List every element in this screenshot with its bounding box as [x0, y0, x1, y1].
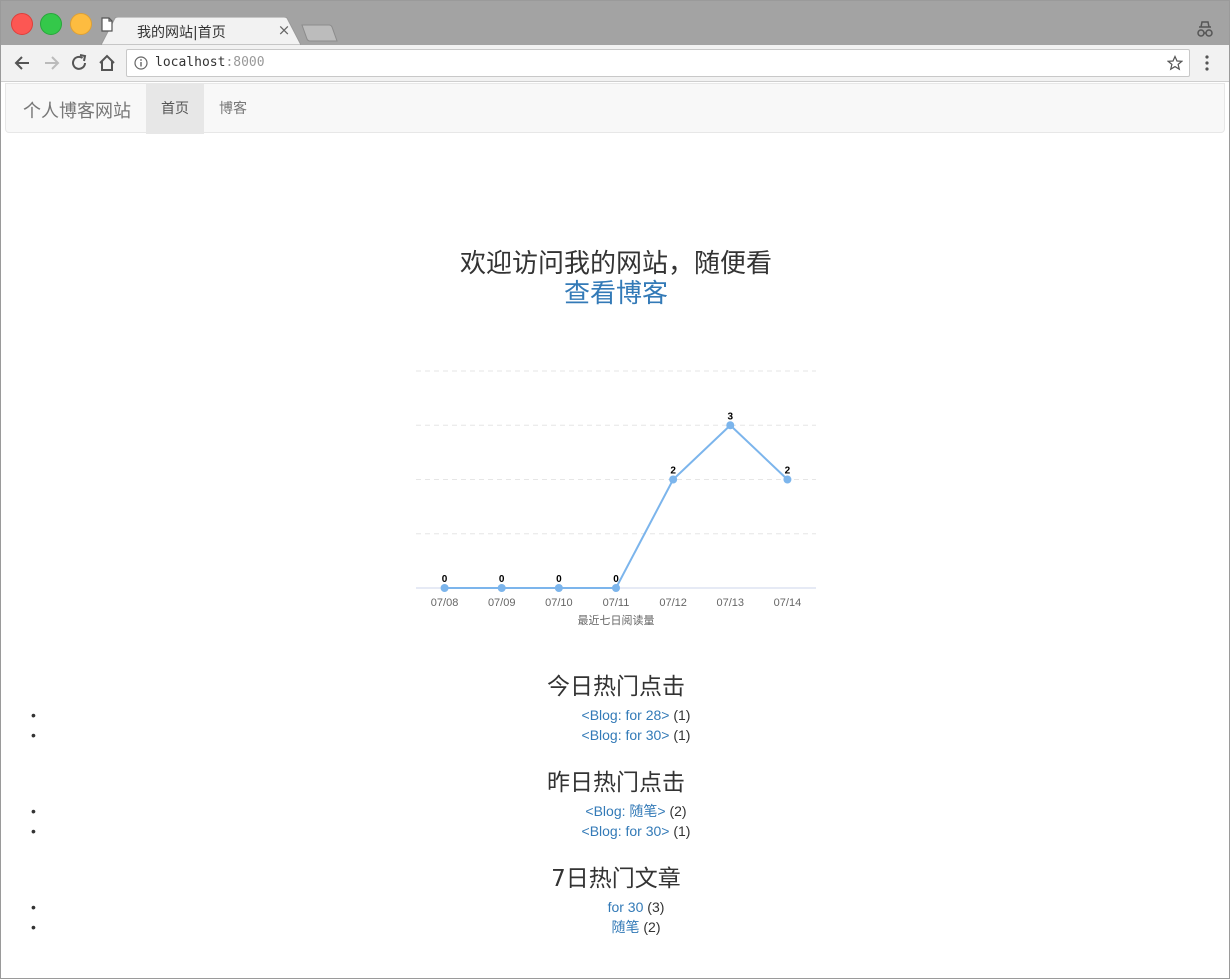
incognito-icon — [1197, 21, 1213, 37]
list-item: • <Blog: for 30> (1) — [31, 727, 691, 743]
list-item: • for 30 (3) — [31, 899, 665, 915]
today-hot-title: 今日热门点击 — [547, 674, 685, 700]
back-arrow-icon[interactable] — [13, 53, 33, 73]
list-item: • <Blog: 随笔> (2) — [31, 803, 687, 819]
site-navbar: 个人博客网站 首页 博客 — [5, 83, 1225, 134]
x-tick-label: 07/13 — [717, 597, 745, 609]
blog-link[interactable]: <Blog: for 30> — [582, 727, 670, 743]
data-point — [440, 584, 449, 592]
browser-toolbar: localhost:8000 — [1, 45, 1229, 82]
view-blog-link[interactable]: 查看博客 — [1, 273, 1229, 310]
tab-title: 我的网站|首页 — [137, 25, 226, 41]
x-axis-title: 最近七日阅读量 — [578, 613, 655, 627]
blog-link[interactable]: 随笔 — [611, 919, 639, 935]
nav-item-blog[interactable]: 博客 — [204, 84, 262, 134]
click-count: (1) — [673, 707, 691, 723]
new-tab-button[interactable] — [301, 23, 339, 43]
blog-link[interactable]: <Blog: for 30> — [582, 823, 670, 839]
x-tick-label: 07/10 — [545, 597, 573, 609]
window-minimize-button[interactable] — [70, 13, 92, 35]
reading-chart: 0 0 0 0 2 3 2 07/08 07/09 07/10 07/11 07/12 07/13 07/… — [416, 370, 816, 627]
x-tick-label: 07/14 — [774, 597, 802, 609]
week-hot-title: 7日热门文章 — [551, 866, 681, 892]
click-count: (1) — [673, 727, 691, 743]
data-label: 2 — [670, 466, 676, 477]
nav-item-home[interactable]: 首页 — [146, 84, 204, 134]
window-close-button[interactable] — [11, 13, 33, 35]
x-tick-label: 07/08 — [431, 597, 459, 609]
tab-close-icon[interactable]: × — [276, 22, 292, 38]
data-point — [669, 475, 678, 484]
click-count: (1) — [673, 823, 691, 839]
address-bar[interactable]: localhost:8000 — [126, 49, 1190, 77]
data-label: 2 — [785, 466, 791, 477]
reload-icon[interactable] — [69, 53, 89, 73]
data-label: 0 — [613, 574, 619, 585]
yesterday-hot-title: 昨日热门点击 — [547, 770, 685, 796]
data-label: 3 — [728, 411, 734, 422]
blog-link[interactable]: for 30 — [608, 899, 644, 915]
today-hot-list: • <Blog: for 28> (1) • <Blog: for 30> (1) — [1, 705, 1229, 745]
bookmark-star-icon[interactable] — [1167, 55, 1183, 71]
list-item: • <Blog: for 28> (1) — [31, 707, 691, 723]
info-icon[interactable] — [134, 56, 148, 70]
page-content: 个人博客网站 首页 博客 欢迎访问我的网站，随便看 查看博客 0 0 0 0 2 3 2 07… — [1, 83, 1229, 978]
x-tick-label: 07/09 — [488, 597, 516, 609]
list-item: • 随笔 (2) — [31, 919, 661, 935]
click-count: (3) — [647, 899, 665, 915]
window-maximize-button[interactable] — [40, 13, 62, 35]
data-point — [554, 584, 563, 592]
yesterday-hot-list: • <Blog: 随笔> (2) • <Blog: for 30> (1) — [1, 801, 1229, 841]
blog-link[interactable]: <Blog: for 28> — [582, 707, 670, 723]
home-icon[interactable] — [97, 53, 117, 73]
click-count: (2) — [643, 919, 661, 935]
data-label: 0 — [556, 574, 562, 585]
data-point — [783, 475, 792, 484]
x-tick-label: 07/12 — [659, 597, 687, 609]
week-hot-list: • for 30 (3) • 随笔 (2) — [1, 897, 1229, 937]
data-point — [726, 421, 735, 430]
x-tick-label: 07/11 — [603, 597, 630, 609]
data-point — [612, 584, 620, 592]
data-point — [497, 584, 506, 592]
forward-arrow-icon[interactable] — [41, 53, 61, 73]
browser-tab[interactable]: 我的网站|首页 × — [101, 17, 301, 45]
url-text[interactable]: localhost:8000 — [155, 55, 265, 70]
blog-link[interactable]: <Blog: 随笔> — [585, 803, 665, 819]
site-brand[interactable]: 个人博客网站 — [23, 97, 131, 123]
data-label: 0 — [442, 574, 448, 585]
menu-icon[interactable] — [1199, 54, 1215, 72]
data-label: 0 — [499, 574, 505, 585]
list-item: • <Blog: for 30> (1) — [31, 823, 691, 839]
browser-window: 我的网站|首页 × localhost:8000 个人博客网站 首页 博客 欢迎… — [0, 0, 1230, 979]
page-icon — [101, 17, 113, 32]
tab-strip: 我的网站|首页 × — [1, 1, 1229, 45]
click-count: (2) — [669, 803, 687, 819]
series-line — [444, 423, 789, 589]
